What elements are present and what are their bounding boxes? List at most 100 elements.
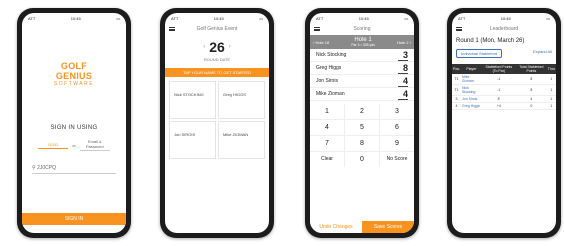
player-cell[interactable]: Jon Sirois <box>461 95 482 103</box>
player-cell[interactable]: Mike Zioman <box>461 74 482 85</box>
nav-title: Leaderboard <box>489 26 519 32</box>
score-value: 8 <box>398 63 408 74</box>
key-9[interactable]: 9 <box>380 136 414 151</box>
table-header: Pos. Player Stableford Points (To Par) T… <box>452 64 556 74</box>
next-round-icon[interactable]: › <box>229 44 231 50</box>
battery-icon: ▭ <box>116 15 120 21</box>
to-par-cell: E <box>481 95 516 103</box>
leaderboard-screen: ATT 10:45 ▭ Leaderboard Round 1 (Mon, Marc… <box>452 13 556 233</box>
table-row[interactable]: 4 Greg Higgs +4 0 1 <box>452 102 556 110</box>
player-grid: Nick STOCKING Greg HIGGS Jon SIROIS Mike… <box>169 81 265 159</box>
carrier-text: ATT <box>28 15 36 21</box>
round-title: Round 1 (Mon, March 26) <box>456 38 525 44</box>
column-header: Player <box>461 64 482 74</box>
player-name: Mike Zioman <box>316 91 345 97</box>
hole-header: ‹ Hole 18 Hole 1 Par 4 • 335 yds Hole 2 › <box>310 35 414 49</box>
points-cell: 8 <box>515 84 547 96</box>
player-tile[interactable]: Nick STOCKING <box>169 81 216 119</box>
sign-in-button[interactable]: SIGN IN <box>22 213 126 225</box>
key-5[interactable]: 5 <box>345 120 379 135</box>
score-value: 4 <box>398 76 408 87</box>
points-cell: 8 <box>515 74 547 85</box>
position-cell: 4 <box>452 102 462 110</box>
player-cell[interactable]: Nick Stocking <box>461 84 482 96</box>
to-par-cell: -1 <box>481 74 516 85</box>
status-bar: ATT 10:45 ▭ <box>452 13 556 23</box>
nav-bar: Leaderboard <box>452 23 556 35</box>
key-0[interactable]: 0 <box>345 152 379 167</box>
player-tile[interactable]: Greg HIGGS <box>218 81 265 119</box>
thru-cell: 1 <box>546 84 556 96</box>
clock: 10:45 <box>358 15 369 21</box>
key-2[interactable]: 2 <box>345 104 379 119</box>
ggid-value: 2J0CPQ <box>37 165 56 171</box>
battery-icon: ▭ <box>546 15 550 21</box>
sign-in-heading: SIGN IN USING <box>50 125 98 131</box>
scoring-actions: Undo Changes Save Scores <box>310 221 414 233</box>
key-6[interactable]: 6 <box>380 120 414 135</box>
phone-sign-in: ATT 10:45 ▭ GOLF GENIUS SOFTWARE SIGN IN U… <box>17 8 131 238</box>
column-header: Thru <box>546 64 556 74</box>
status-bar: ATT 10:45 ▭ <box>22 13 126 23</box>
carrier-text: ATT <box>458 15 466 21</box>
table-row[interactable]: T1 Nick Stocking -1 8 1 <box>452 84 556 96</box>
golf-genius-logo: GOLF GENIUS SOFTWARE <box>42 61 106 87</box>
round-number: 26 <box>209 39 225 55</box>
save-scores-button[interactable]: Save Scores <box>362 221 414 233</box>
battery-icon: ▭ <box>404 15 408 21</box>
score-value: 3 <box>398 50 408 61</box>
key-1[interactable]: 1 <box>310 104 344 119</box>
to-par-cell: -1 <box>481 84 516 96</box>
carrier-text: ATT <box>171 15 179 21</box>
expand-all-link[interactable]: Expand All <box>533 49 552 58</box>
player-cell[interactable]: Greg Higgs <box>461 102 482 110</box>
player-name: Greg Higgs <box>316 65 342 71</box>
nav-bar: Golf Genius Event <box>165 23 269 35</box>
clear-key[interactable]: Clear <box>310 152 344 167</box>
carrier-text: ATT <box>316 15 324 21</box>
status-bar: ATT 10:45 ▭ <box>165 13 269 23</box>
ggid-option[interactable]: GGID <box>38 142 69 149</box>
ggid-field[interactable]: ⚲ 2J0CPQ <box>32 165 116 174</box>
player-tile[interactable]: Jon SIROIS <box>169 121 216 159</box>
score-row[interactable]: Jon Sirois 4 <box>310 75 414 88</box>
key-8[interactable]: 8 <box>345 136 379 151</box>
prev-hole-button[interactable]: ‹ Hole 18 <box>313 40 329 45</box>
score-row[interactable]: Nick Stocking 3 <box>310 49 414 62</box>
points-cell: 4 <box>515 95 547 103</box>
battery-icon: ▭ <box>259 15 263 21</box>
email-password-option[interactable]: Email & Password <box>79 139 110 151</box>
column-header: Stableford Points (To Par) <box>481 64 516 74</box>
round-date-label: ROUND DATE <box>203 57 231 62</box>
thru-cell: 1 <box>546 74 556 85</box>
hole-info: Hole 1 Par 4 • 335 yds <box>351 37 375 47</box>
leaderboard-controls: Individual Stableford Expand All <box>452 47 556 60</box>
tap-name-banner: TAP YOUR NAME TO GET STARTED <box>165 68 269 77</box>
player-tile[interactable]: Mike ZIOMAN <box>218 121 265 159</box>
nav-title: Golf Genius Event <box>196 26 238 32</box>
table-row[interactable]: 3 Jon Sirois E 4 1 <box>452 95 556 103</box>
individual-stableford-button[interactable]: Individual Stableford <box>456 49 503 58</box>
phone-scoring: ATT 10:45 ▭ Scoring ‹ Hole 18 Hole 1 Par 4 … <box>305 8 419 238</box>
undo-changes-button[interactable]: Undo Changes <box>310 221 362 233</box>
to-par-cell: +4 <box>481 102 516 110</box>
key-3[interactable]: 3 <box>380 104 414 119</box>
score-value: 4 <box>398 89 408 100</box>
key-4[interactable]: 4 <box>310 120 344 135</box>
players-screen: ATT 10:45 ▭ Golf Genius Event ‹ 26 › ROUND D… <box>165 13 269 233</box>
round-selector: ‹ 26 › <box>165 39 269 55</box>
next-hole-button[interactable]: Hole 2 › <box>397 40 411 45</box>
column-header: Pos. <box>452 64 462 74</box>
score-row[interactable]: Greg Higgs 8 <box>310 62 414 75</box>
position-cell: T1 <box>452 84 462 96</box>
score-row[interactable]: Mike Zioman 4 <box>310 88 414 101</box>
no-score-key[interactable]: No Score <box>380 152 414 167</box>
sign-in-screen: ATT 10:45 ▭ GOLF GENIUS SOFTWARE SIGN IN U… <box>22 13 126 233</box>
table-row[interactable]: T1 Mike Zioman -1 8 1 <box>452 74 556 85</box>
key-7[interactable]: 7 <box>310 136 344 151</box>
logo-subtitle: SOFTWARE <box>53 81 95 87</box>
clock: 10:45 <box>70 15 81 21</box>
position-cell: T1 <box>452 74 462 85</box>
sign-in-modes: GGID or Email & Password <box>22 139 126 151</box>
prev-round-icon[interactable]: ‹ <box>203 44 205 50</box>
